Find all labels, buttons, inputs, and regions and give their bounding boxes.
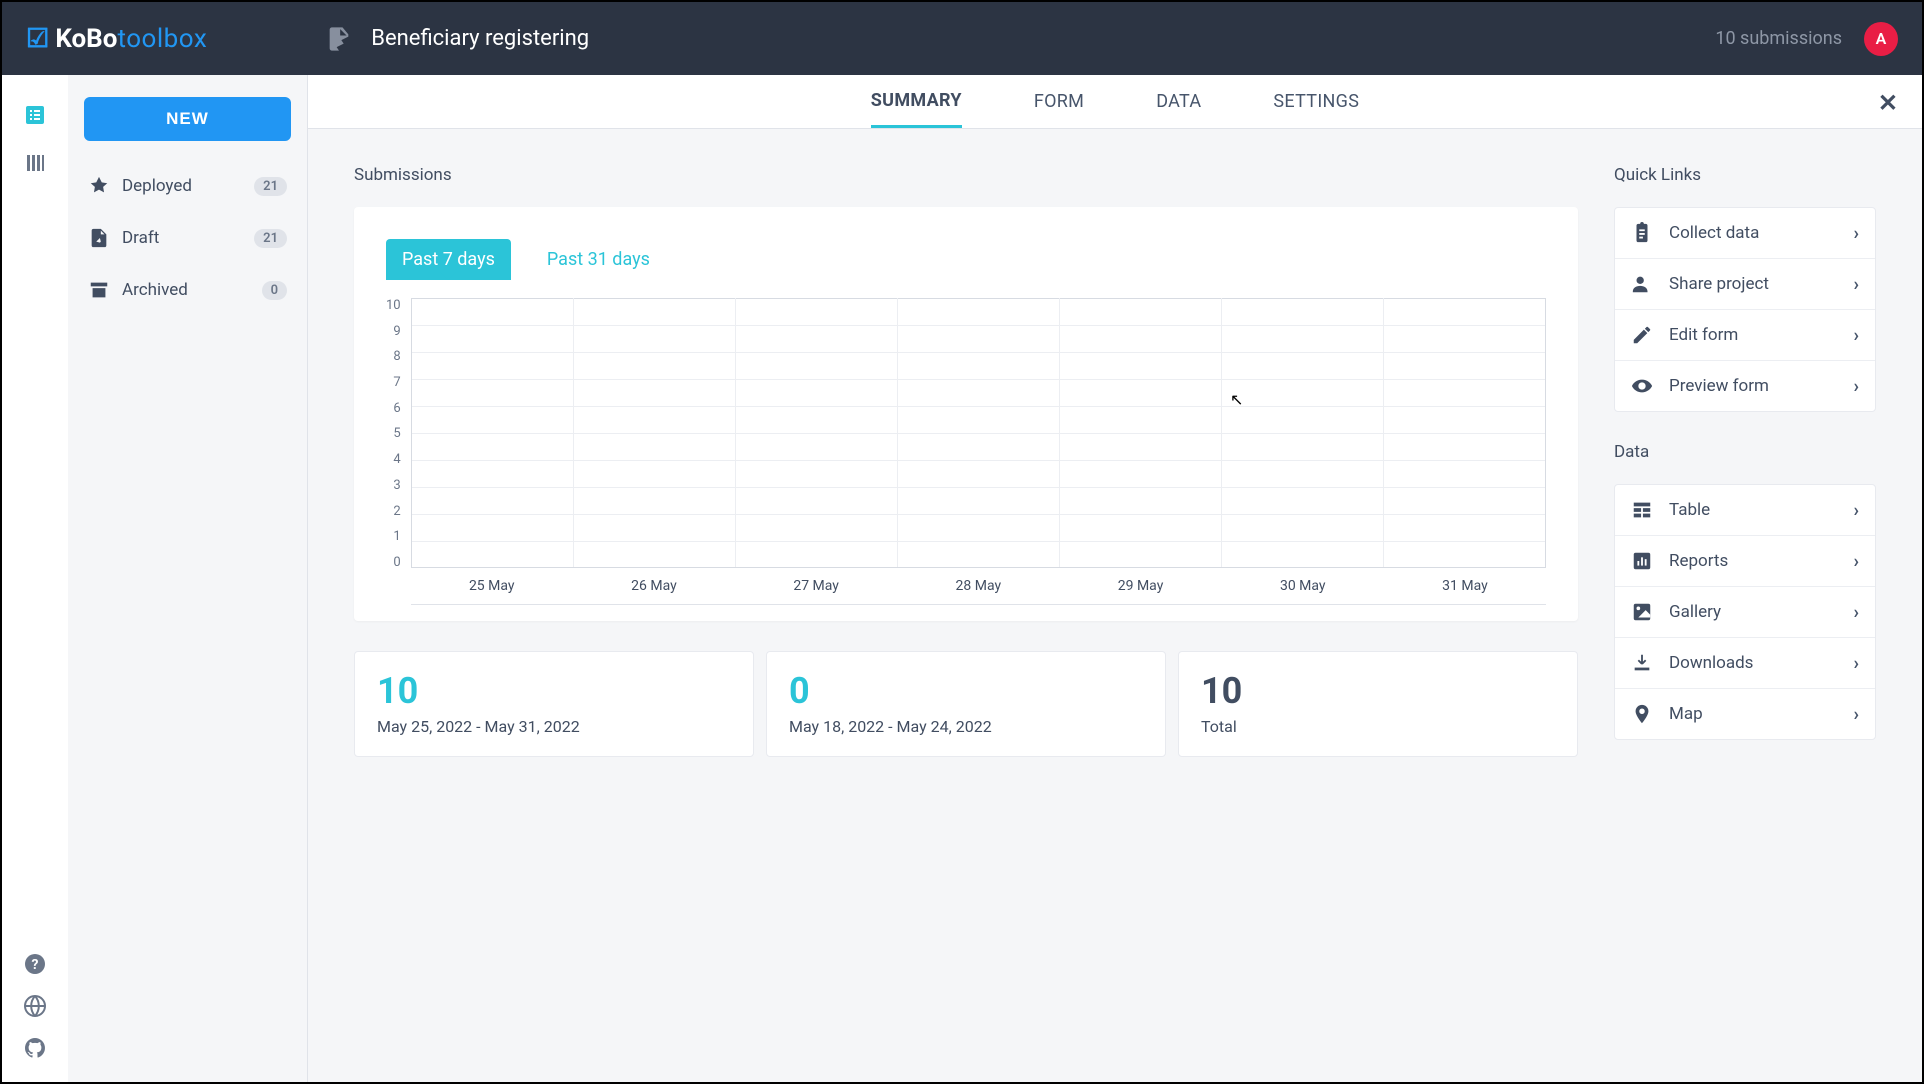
svg-text:?: ? [32,957,39,973]
chevron-right-icon: › [1854,274,1859,295]
link-label: Preview form [1669,376,1769,396]
logo-text-toolbox: toolbox [117,24,207,54]
stat-card-previous: 0 May 18, 2022 - May 24, 2022 [766,651,1166,757]
quick-links-title: Quick Links [1614,165,1876,185]
sidebar-item-label: Draft [122,228,159,248]
github-icon[interactable] [23,1036,47,1060]
quick-links-group: Collect data › Share project › Edit form… [1614,207,1876,412]
sidebar-item-draft[interactable]: Draft 21 [84,215,291,261]
logo-text-kobo: KoBo [55,24,117,54]
map-pin-icon [1631,703,1653,725]
forms-icon[interactable] [23,103,47,127]
stat-value: 10 [377,670,731,712]
stat-card-current: 10 May 25, 2022 - May 31, 2022 [354,651,754,757]
user-plus-icon [1631,273,1653,295]
sidebar-badge: 21 [254,177,287,196]
sidebar: NEW Deployed 21 Draft 21 Archived 0 [68,75,308,1082]
chevron-right-icon: › [1854,602,1859,623]
logo[interactable]: ☑ KoBotoolbox [26,24,207,54]
tab-form[interactable]: FORM [1034,77,1084,126]
help-icon[interactable]: ? [23,952,47,976]
chevron-right-icon: › [1854,551,1859,572]
stat-label: Total [1201,716,1555,738]
link-collect-data[interactable]: Collect data › [1615,208,1875,259]
link-label: Share project [1669,274,1769,294]
rocket-icon [88,175,110,197]
download-icon [1631,652,1653,674]
chart-card: Past 7 days Past 31 days 109876543210 25… [354,207,1578,621]
clipboard-icon [1631,222,1653,244]
data-section-title: Data [1614,442,1876,462]
new-button[interactable]: NEW [84,97,291,141]
link-downloads[interactable]: Downloads › [1615,638,1875,689]
sidebar-item-label: Archived [122,280,188,300]
link-label: Gallery [1669,602,1721,622]
link-label: Table [1669,500,1710,520]
chevron-right-icon: › [1854,325,1859,346]
range-tab-7[interactable]: Past 7 days [386,239,511,280]
chevron-right-icon: › [1854,653,1859,674]
sidebar-item-archived[interactable]: Archived 0 [84,267,291,313]
project-title: Beneficiary registering [371,26,589,51]
submissions-count: 10 submissions [1715,28,1842,49]
image-icon [1631,601,1653,623]
link-edit-form[interactable]: Edit form › [1615,310,1875,361]
link-gallery[interactable]: Gallery › [1615,587,1875,638]
library-icon[interactable] [23,151,47,175]
tab-summary[interactable]: SUMMARY [871,76,962,128]
globe-icon[interactable] [23,994,47,1018]
link-share-project[interactable]: Share project › [1615,259,1875,310]
sidebar-badge: 0 [262,281,287,300]
stat-card-total: 10 Total [1178,651,1578,757]
icon-rail: ? [2,75,68,1082]
pencil-icon [1631,324,1653,346]
tabs-bar: SUMMARY FORM DATA SETTINGS ✕ [308,75,1922,129]
topbar: ☑ KoBotoolbox Beneficiary registering 10… [2,2,1922,75]
link-preview-form[interactable]: Preview form › [1615,361,1875,411]
eye-icon [1631,375,1653,397]
submissions-chart: 109876543210 25 May26 May27 May28 May29 … [386,298,1546,605]
range-tab-31[interactable]: Past 31 days [531,239,666,280]
chevron-right-icon: › [1854,376,1859,397]
archive-icon [88,279,110,301]
link-reports[interactable]: Reports › [1615,536,1875,587]
stat-value: 10 [1201,670,1555,712]
chevron-right-icon: › [1854,500,1859,521]
link-table[interactable]: Table › [1615,485,1875,536]
content: SUMMARY FORM DATA SETTINGS ✕ Submissions… [308,75,1922,1082]
stat-label: May 25, 2022 - May 31, 2022 [377,716,731,738]
stat-value: 0 [789,670,1143,712]
project-icon [325,25,353,53]
link-label: Map [1669,704,1703,724]
logo-mark-icon: ☑ [26,24,49,54]
link-label: Downloads [1669,653,1753,673]
link-label: Reports [1669,551,1728,571]
chevron-right-icon: › [1854,704,1859,725]
tab-data[interactable]: DATA [1156,77,1201,126]
bar-chart-icon [1631,550,1653,572]
submissions-title: Submissions [354,165,1578,185]
sidebar-badge: 21 [254,229,287,248]
link-label: Collect data [1669,223,1759,243]
draft-icon [88,227,110,249]
sidebar-item-label: Deployed [122,176,192,196]
table-icon [1631,499,1653,521]
stat-label: May 18, 2022 - May 24, 2022 [789,716,1143,738]
avatar[interactable]: A [1864,22,1898,56]
close-icon[interactable]: ✕ [1878,89,1898,117]
sidebar-item-deployed[interactable]: Deployed 21 [84,163,291,209]
link-label: Edit form [1669,325,1738,345]
link-map[interactable]: Map › [1615,689,1875,739]
chevron-right-icon: › [1854,223,1859,244]
tab-settings[interactable]: SETTINGS [1273,77,1359,126]
data-links-group: Table › Reports › Gallery › [1614,484,1876,740]
